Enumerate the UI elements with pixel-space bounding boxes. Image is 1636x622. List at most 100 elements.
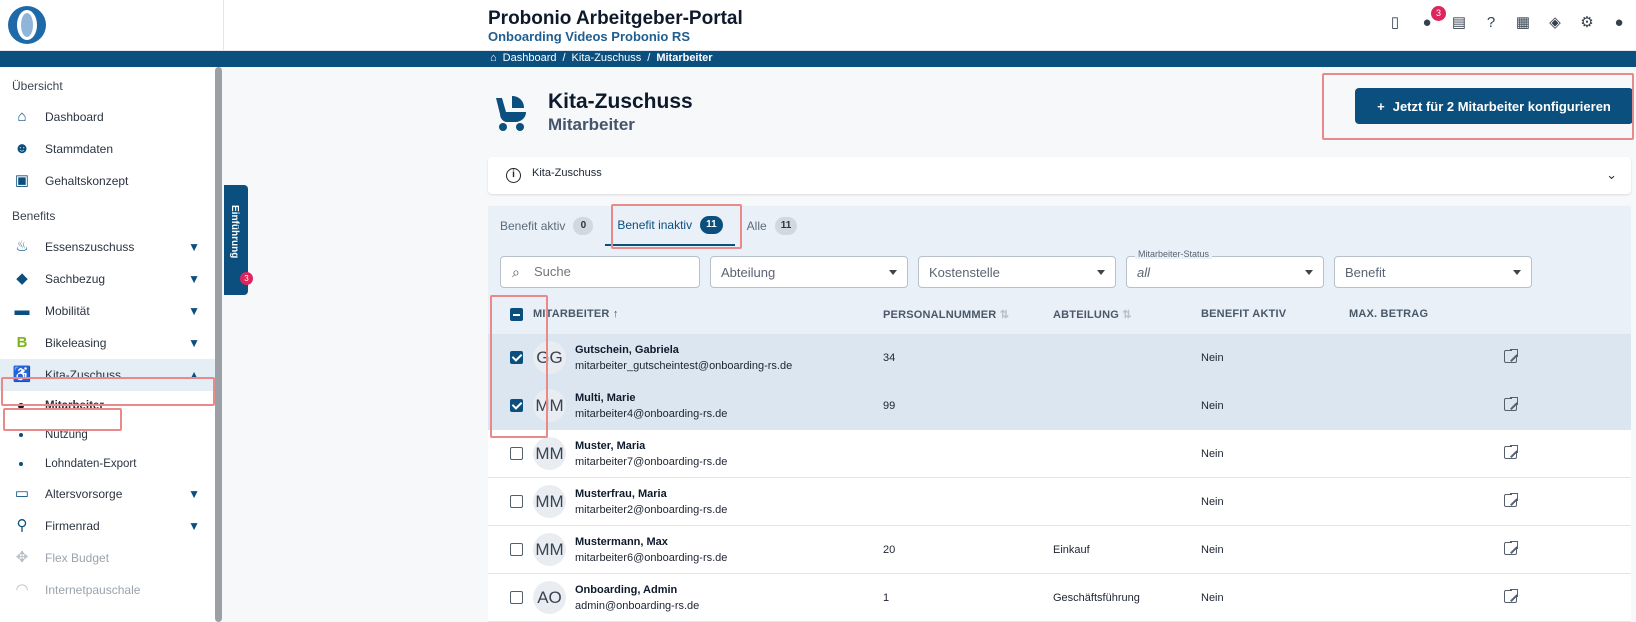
app-subtitle: Onboarding Videos Probonio RS [488, 29, 690, 44]
personnel-number: 1 [883, 592, 890, 604]
dropdown-arrow-icon [889, 270, 897, 275]
sort-asc-icon: ↑ [612, 308, 619, 320]
sort-icon: ⇅ [1122, 309, 1132, 321]
department: Einkauf [1053, 544, 1090, 556]
employee-name: Onboarding, Admin [575, 584, 678, 596]
sidebar-item-label: Internetpauschale [45, 583, 141, 597]
table-row[interactable]: MM Multi, Marie mitarbeiter4@onboarding-rs… [488, 382, 1631, 430]
logo-area [0, 0, 224, 51]
employee-email: mitarbeiter4@onboarding-rs.de [575, 408, 728, 420]
open-in-new-icon[interactable] [1504, 492, 1519, 507]
intro-badge: 3 [240, 272, 253, 285]
column-header-abteilung[interactable]: ABTEILUNG ⇅ [1053, 308, 1132, 321]
page-subtitle: Mitarbeiter [548, 115, 635, 134]
bus-icon: ▬ [14, 302, 30, 319]
benefit-select[interactable]: Benefit [1334, 256, 1532, 288]
breadcrumb-current: Mitarbeiter [656, 52, 713, 64]
sidebar-item-internetpauschale[interactable]: ◠ Internetpauschale [0, 574, 222, 606]
column-header-personalnummer[interactable]: PERSONALNUMMER ⇅ [883, 308, 1009, 321]
table-row[interactable]: AO Onboarding, Admin admin@onboarding-rs.d… [488, 574, 1631, 622]
sidebar-item-altersvorsorge[interactable]: ▭ Altersvorsorge ▼ [0, 478, 222, 510]
open-in-new-icon[interactable] [1504, 540, 1519, 555]
table-header: MITARBEITER ↑ PERSONALNUMMER ⇅ ABTEILUNG… [488, 294, 1631, 334]
open-in-new-icon[interactable] [1504, 348, 1519, 363]
tab-label: Benefit aktiv [500, 219, 566, 233]
benefit-active: Nein [1201, 400, 1224, 412]
page-title: Kita-Zuschuss [548, 90, 693, 113]
table-row[interactable]: MM Muster, Maria mitarbeiter7@onboarding-r… [488, 430, 1631, 478]
sidebar-item-bikeleasing[interactable]: B Bikeleasing ▼ [0, 327, 222, 359]
sidebar-scrollbar[interactable] [215, 67, 222, 622]
benefit-active: Nein [1201, 592, 1224, 604]
row-checkbox[interactable] [510, 591, 523, 604]
tab-count: 0 [573, 217, 594, 235]
building-icon[interactable]: ▦ [1514, 14, 1532, 32]
table-row[interactable]: GG Gutschein, Gabriela mitarbeiter_gutsche… [488, 334, 1631, 382]
open-in-new-icon[interactable] [1504, 444, 1519, 459]
sidebar-item-label: Firmenrad [45, 519, 100, 533]
mobile-app-icon[interactable]: ▯ [1386, 14, 1404, 32]
table-row[interactable]: MM Mustermann, Max mitarbeiter6@onboarding… [488, 526, 1631, 574]
employee-email: mitarbeiter6@onboarding-rs.de [575, 552, 728, 564]
row-checkbox[interactable] [510, 543, 523, 556]
sidebar-item-label: Essenszuschuss [45, 240, 135, 254]
sidebar-item-essenszuschuss[interactable]: ♨ Essenszuschuss ▼ [0, 231, 222, 263]
benefit-select-value: Benefit [1345, 265, 1386, 280]
chevron-down-icon: ▼ [188, 336, 200, 350]
search-input[interactable] [534, 264, 674, 279]
account-icon[interactable]: ● [1610, 14, 1628, 32]
lightbulb-icon[interactable]: ● 3 [1418, 6, 1446, 32]
calculator-icon: ▣ [14, 172, 30, 189]
search-field[interactable]: ⌕ [500, 256, 700, 288]
sidebar-item-stammdaten[interactable]: ☻ Stammdaten [0, 133, 222, 165]
row-checkbox[interactable] [510, 447, 523, 460]
sofa-icon: ▭ [14, 485, 30, 502]
cost-center-select[interactable]: Kostenstelle [918, 256, 1116, 288]
breadcrumb-kita[interactable]: Kita-Zuschuss [572, 52, 642, 64]
book-icon[interactable]: ▤ [1450, 14, 1468, 32]
status-select[interactable]: Mitarbeiter-Status all [1126, 249, 1324, 288]
open-in-new-icon[interactable] [1504, 396, 1519, 411]
sidebar-item-mobilitaet[interactable]: ▬ Mobilität ▼ [0, 295, 222, 327]
sidebar-item-gehaltskonzept[interactable]: ▣ Gehaltskonzept [0, 165, 222, 197]
probonio-logo[interactable] [8, 6, 46, 44]
personnel-number: 34 [883, 352, 896, 364]
sidebar-item-firmenrad[interactable]: ⚲ Firmenrad ▼ [0, 510, 222, 542]
info-accordion[interactable]: i Kita-Zuschuss ⌄ [488, 157, 1631, 194]
column-header-benefit-aktiv: BENEFIT AKTIV [1201, 308, 1287, 320]
employee-email: admin@onboarding-rs.de [575, 600, 700, 612]
help-icon[interactable]: ? [1482, 14, 1500, 32]
sidebar-item-flex-budget[interactable]: ✥ Flex Budget [0, 542, 222, 574]
tab-benefit-aktiv[interactable]: Benefit aktiv 0 [488, 206, 605, 246]
home-icon: ⌂ [17, 108, 27, 125]
employee-name: Muster, Maria [575, 440, 646, 452]
table-row[interactable]: MM Musterfrau, Maria mitarbeiter2@onboardi… [488, 478, 1631, 526]
column-header-max-betrag: MAX. BETRAG [1349, 308, 1429, 320]
employee-email: mitarbeiter_gutscheintest@onboarding-rs.… [575, 360, 793, 372]
tag-icon: ◆ [16, 270, 28, 287]
info-icon: i [506, 168, 521, 183]
employee-panel: Benefit aktiv 0 Benefit inaktiv 11 Alle 11 … [488, 206, 1631, 622]
intro-tab[interactable]: Einführung 3 [224, 185, 253, 295]
department-select[interactable]: Abteilung [710, 256, 908, 288]
row-checkbox[interactable] [510, 495, 523, 508]
sidebar-subitem-lohndaten-export[interactable]: Lohndaten-Export [0, 449, 222, 478]
home-icon: ⌂ [490, 52, 497, 64]
sidebar-item-label: Bikeleasing [45, 336, 107, 350]
employee-name: Mustermann, Max [575, 536, 668, 548]
highlight-checkboxes [490, 295, 548, 438]
search-icon: ⌕ [512, 264, 520, 280]
handshake-icon[interactable]: ◈ [1546, 14, 1564, 32]
sidebar-item-dashboard[interactable]: ⌂ Dashboard [0, 101, 222, 133]
highlight-mitarbeiter-menu [3, 408, 122, 431]
breadcrumb-dashboard[interactable]: Dashboard [503, 52, 557, 64]
open-in-new-icon[interactable] [1504, 588, 1519, 603]
sidebar-item-sachbezug[interactable]: ◆ Sachbezug ▼ [0, 263, 222, 295]
breadcrumb-bar: ⌂ Dashboard / Kita-Zuschuss / Mitarbeite… [0, 51, 1636, 67]
tab-alle[interactable]: Alle 11 [735, 206, 810, 246]
gear-icon[interactable]: ⚙ [1578, 14, 1596, 32]
stroller-icon [490, 92, 532, 132]
personnel-number: 20 [883, 544, 896, 556]
avatar: MM [533, 533, 566, 566]
sidebar-item-label: Stammdaten [45, 142, 114, 156]
